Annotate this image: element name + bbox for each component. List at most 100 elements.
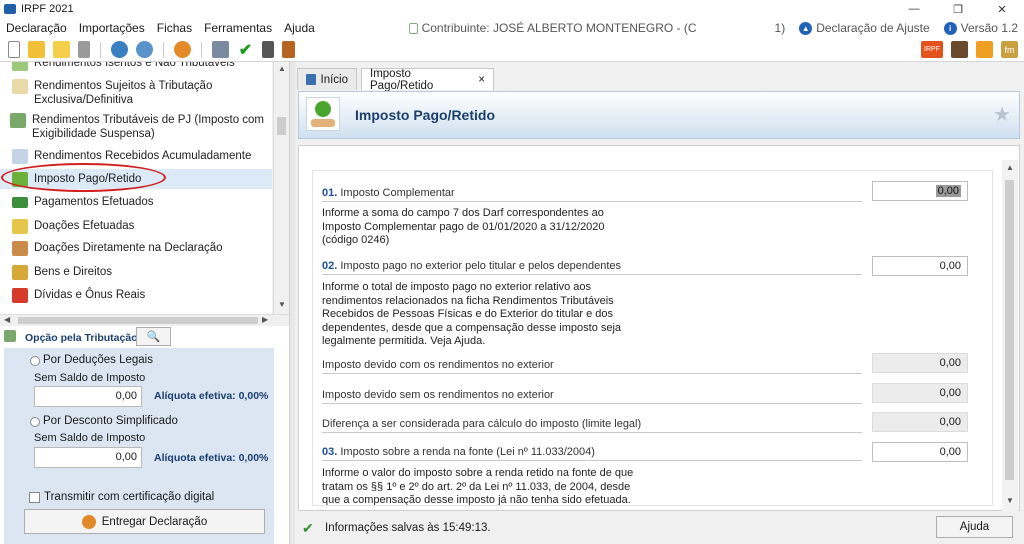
deducoes-value: 0,00 <box>34 386 142 407</box>
sidebar-horizontal-scrollbar[interactable]: ◀ ▶ <box>0 314 289 326</box>
menu-declaracao[interactable]: Declaração <box>0 21 73 35</box>
info-circle-icon: ▲ <box>799 21 813 35</box>
deducoes-radio[interactable] <box>30 356 40 366</box>
scroll-up-icon[interactable]: ▲ <box>1006 163 1014 172</box>
globe-refresh-icon[interactable] <box>136 41 153 58</box>
sidebar-item-bens-direitos[interactable]: Bens e Direitos <box>12 265 112 280</box>
menu-ferramentas[interactable]: Ferramentas <box>198 21 278 35</box>
devido-com-exterior-value: 0,00 <box>872 353 968 373</box>
simplificado-value: 0,00 <box>34 447 142 468</box>
ajuda-button[interactable]: Ajuda <box>936 516 1013 538</box>
transmitir-checkbox[interactable] <box>29 492 40 503</box>
title-bar: IRPF 2021 — ❐ ✕ <box>0 0 1024 18</box>
new-file-icon[interactable] <box>8 41 20 58</box>
entregar-button[interactable]: Entregar Declaração <box>24 509 265 534</box>
menu-fichas[interactable]: Fichas <box>151 21 198 35</box>
search-button[interactable]: 🔍 <box>136 327 171 346</box>
simplificado-label: Por Desconto Simplificado <box>43 415 178 427</box>
declaracao-tipo[interactable]: ▲ Declaração de Ajuste <box>799 21 930 35</box>
maximize-button[interactable]: ❐ <box>936 0 980 18</box>
imposto-fonte-input[interactable]: 0,00 <box>872 442 968 462</box>
red-arrow-down-icon <box>12 288 28 303</box>
lock-icon <box>408 22 418 34</box>
simplificado-radio[interactable] <box>30 417 40 427</box>
sidebar-item-rendimentos-acumulados[interactable]: Rendimentos Recebidos Acumuladamente <box>12 149 251 164</box>
scroll-thumb[interactable] <box>277 117 286 135</box>
scroll-left-icon[interactable]: ◀ <box>4 315 10 324</box>
page-title: Imposto Pago/Retido <box>355 107 495 123</box>
saldo-label: Sem Saldo de Imposto <box>34 372 146 384</box>
people-icon <box>12 241 28 256</box>
status-message: Informações salvas às 15:49:13. <box>325 522 491 534</box>
contribuinte-info: Contribuinte: JOSÉ ALBERTO MONTENEGRO - … <box>408 21 785 35</box>
trash-icon[interactable] <box>78 41 90 58</box>
window-title: IRPF 2021 <box>21 3 74 15</box>
tab-inicio[interactable]: Início <box>297 68 357 90</box>
book-icon[interactable] <box>282 41 295 58</box>
transmitir-label: Transmitir com certificação digital <box>44 491 215 503</box>
info-circle-icon: i <box>943 21 957 35</box>
globe-send-icon[interactable] <box>174 41 191 58</box>
tab-imposto-pago[interactable]: Imposto Pago/Retido × <box>361 68 494 92</box>
home-icon[interactable] <box>976 41 993 58</box>
aliquota-simplificado: Alíquota efetiva: 0,00% <box>154 452 269 464</box>
folder-icon[interactable] <box>53 41 70 58</box>
money-doc-icon <box>12 219 28 234</box>
sidebar-item-pagamentos[interactable]: Pagamentos Efetuados <box>12 195 154 209</box>
devido-sem-exterior-value: 0,00 <box>872 383 968 403</box>
minimize-button[interactable]: — <box>892 0 936 18</box>
check-icon[interactable]: ✔ <box>237 41 254 59</box>
highlight-circle <box>1 163 166 192</box>
content-vertical-scrollbar[interactable]: ▲ ▼ <box>1002 160 1018 512</box>
field-02-description: Informe o total de imposto pago no exter… <box>322 281 622 347</box>
imposto-complementar-input[interactable]: 0,00 <box>872 181 968 201</box>
menu-ajuda[interactable]: Ajuda <box>278 21 321 35</box>
close-button[interactable]: ✕ <box>980 0 1024 18</box>
printer-icon[interactable] <box>212 41 229 58</box>
aliquota-deducoes: Alíquota efetiva: 0,00% <box>154 390 269 402</box>
devido-sem-exterior-label: Imposto devido sem os rendimentos no ext… <box>322 389 862 404</box>
calculator-icon[interactable] <box>262 41 274 58</box>
scroll-down-icon[interactable]: ▼ <box>278 300 286 309</box>
scroll-thumb[interactable] <box>1005 180 1014 480</box>
field-01-label: 01. Imposto Complementar <box>322 187 862 202</box>
sidebar-item-doacoes[interactable]: Doações Efetuadas <box>12 219 134 234</box>
open-folder-icon[interactable] <box>28 41 45 58</box>
devido-com-exterior-label: Imposto devido com os rendimentos no ext… <box>322 359 862 374</box>
imposto-exterior-input[interactable]: 0,00 <box>872 256 968 276</box>
money-bag-icon <box>12 265 28 280</box>
splitter[interactable] <box>289 62 295 544</box>
diferenca-label: Diferença a ser considerada para cálculo… <box>322 418 862 433</box>
imposto-form: 01. Imposto Complementar 0,00 Informe a … <box>312 170 993 506</box>
menu-importacoes[interactable]: Importações <box>73 21 151 35</box>
sidebar-item-tributacao-exclusiva[interactable]: Rendimentos Sujeitos à Tributação Exclus… <box>12 79 262 107</box>
home-tab-icon <box>306 74 316 85</box>
scroll-right-icon[interactable]: ▶ <box>262 315 268 324</box>
globe-import-icon[interactable] <box>111 41 128 58</box>
irpf-logo-icon[interactable]: IRPF <box>921 41 943 58</box>
tributacao-icon <box>4 330 16 342</box>
app-icon <box>4 4 16 14</box>
card-icon <box>12 197 28 208</box>
versao-info[interactable]: i Versão 1.2 <box>943 21 1018 35</box>
toolbar: ✔ IRPF fm <box>0 38 1024 62</box>
exchange-icon <box>10 113 26 128</box>
field-03-description: Informe o valor do imposto sobre a renda… <box>322 467 634 506</box>
scroll-up-icon[interactable]: ▲ <box>278 64 286 73</box>
sidebar-item-doacoes-diretas[interactable]: Doações Diretamente na Declaração <box>12 241 223 256</box>
sidebar-item-exigibilidade-suspensa[interactable]: Rendimentos Tributáveis de PJ (Imposto c… <box>10 113 268 141</box>
search-icon: 🔍 <box>146 331 161 343</box>
saved-check-icon: ✔ <box>302 520 314 536</box>
close-tab-icon[interactable]: × <box>478 74 485 86</box>
menu-logo-icon[interactable]: fm <box>1001 41 1018 58</box>
scroll-down-icon[interactable]: ▼ <box>1006 496 1014 505</box>
sidebar-vertical-scrollbar[interactable]: ▲ ▼ <box>273 62 289 314</box>
field-02-label: 02. Imposto pago no exterior pelo titula… <box>322 260 862 275</box>
chat-icon[interactable] <box>951 41 968 58</box>
scroll-thumb[interactable] <box>18 317 258 324</box>
star-icon[interactable]: ★ <box>993 102 1011 127</box>
warning-doc-icon <box>12 79 28 94</box>
sidebar-item-dividas[interactable]: Dívidas e Ônus Reais <box>12 288 145 303</box>
field-03-label: 03. Imposto sobre a renda na fonte (Lei … <box>322 446 862 461</box>
sidebar-item-rendimentos-isentos[interactable]: Rendimentos Isentos e Não Tributáveis <box>12 62 235 71</box>
